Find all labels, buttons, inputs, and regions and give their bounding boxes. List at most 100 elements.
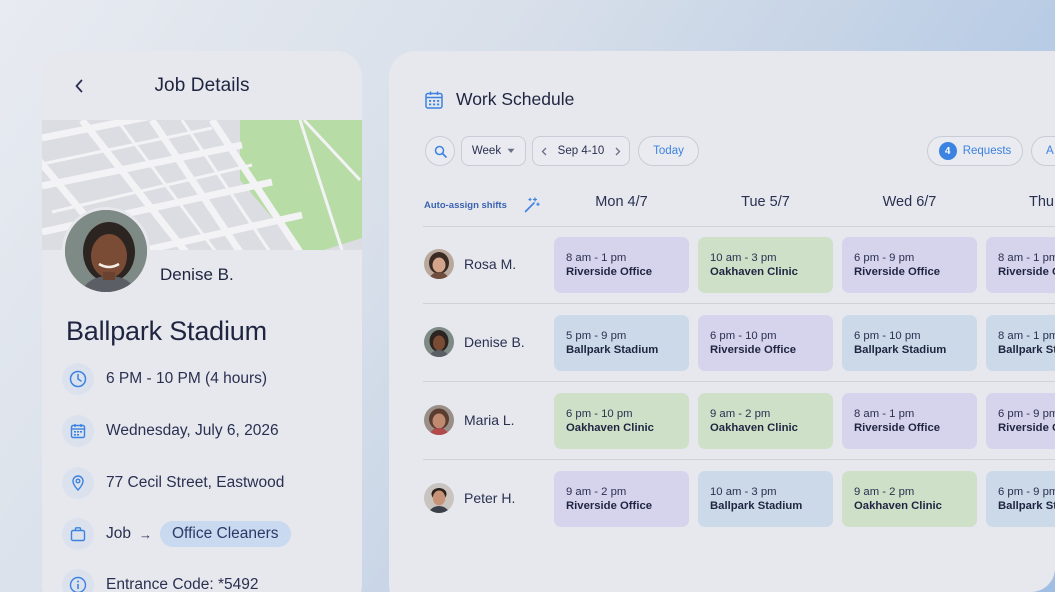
shift-location: Riverside Office [710,344,797,356]
shift-time: 6 pm - 10 pm [710,330,777,342]
shift-location: Ballpark Stadium [566,344,659,356]
search-button[interactable] [425,136,455,166]
day-header-wed: Wed 6/7 [882,194,937,210]
chevron-right-icon[interactable] [615,147,621,156]
shift-time: 8 am - 1 pm [998,330,1055,342]
employee-name: Maria L. [464,412,515,428]
work-schedule-panel: Work Schedule Week Sep 4-10 Today 4 Requ… [389,51,1055,592]
job-details-panel: Job Details Denise B. Ballpark Stadium 6… [42,51,362,592]
auto-assign-label: Auto-assign shifts [424,199,507,211]
shift-location: Oakhaven Clinic [854,500,942,512]
divider [423,381,1055,382]
shift-time: 6 pm - 10 pm [566,408,633,420]
employee-row-peter[interactable]: Peter H. [424,483,515,513]
shift-location: Riverside Office [998,266,1055,278]
shift-time: 6 pm - 10 pm [854,330,921,342]
employee-row-denise[interactable]: Denise B. [424,327,525,357]
person-name: Denise B. [160,265,234,284]
entrance-code-row: Entrance Code: *5492 [62,569,259,592]
shift-block[interactable]: 10 am - 3 pm Oakhaven Clinic [698,237,833,293]
job-label: Job [106,525,131,542]
shift-date: Wednesday, July 6, 2026 [106,422,279,439]
shift-location: Ballpark Stadium [998,344,1055,356]
shift-time: 9 am - 2 pm [710,408,771,420]
shift-location: Riverside Office [566,500,653,512]
avatar [424,327,454,357]
search-icon [434,145,447,158]
shift-time: 10 am - 3 pm [710,252,777,264]
arrow-right-icon: → [139,526,152,542]
day-header-mon: Mon 4/7 [595,194,648,210]
job-row: Job → Office Cleaners [62,518,291,550]
address-row: 77 Cecil Street, Eastwood [62,467,284,499]
shift-block[interactable]: 9 am - 2 pm Oakhaven Clinic [698,393,833,449]
schedule-header: Work Schedule [424,89,574,110]
day-header-thu: Thu [1029,194,1054,210]
shift-location: Oakhaven Clinic [710,422,798,434]
shift-block[interactable]: 6 pm - 10 pm Ballpark Stadium [842,315,977,371]
avatar [424,405,454,435]
employee-name: Rosa M. [464,256,517,272]
day-header-tue: Tue 5/7 [741,194,790,210]
view-select[interactable]: Week [461,136,526,166]
shift-time: 6 PM - 10 PM (4 hours) [106,370,268,387]
schedule-title: Work Schedule [456,89,575,109]
employee-name: Peter H. [464,490,516,506]
shift-block[interactable]: 6 pm - 10 pm Riverside Office [698,315,833,371]
person-portrait [65,210,147,292]
employee-row-rosa[interactable]: Rosa M. [424,249,516,279]
chevron-left-icon [75,79,83,93]
shift-block[interactable]: 10 am - 3 pm Ballpark Stadium [698,471,833,527]
shift-block[interactable]: 6 pm - 9 pm Riverside Office [842,237,977,293]
shift-block[interactable]: 6 pm - 9 pm Ballpark Stadium [986,471,1055,527]
auto-assign-button[interactable]: Auto-assign shifts [424,196,541,214]
avatar [62,207,150,295]
caret-down-icon [507,148,515,153]
avatar [424,249,454,279]
divider [423,226,1055,227]
shift-block[interactable]: 5 pm - 9 pm Ballpark Stadium [554,315,689,371]
employee-name: Denise B. [464,334,525,350]
venue-title: Ballpark Stadium [66,316,267,346]
shift-block[interactable]: 9 am - 2 pm Riverside Office [554,471,689,527]
info-icon [62,569,94,592]
shift-block[interactable]: 9 am - 2 pm Oakhaven Clinic [842,471,977,527]
shift-location: Ballpark Stadium [998,500,1055,512]
today-button[interactable]: Today [638,136,699,166]
shift-time: 8 am - 1 pm [998,252,1055,264]
location-pin-icon [62,467,94,499]
job-details-title: Job Details [154,74,250,96]
back-button[interactable] [68,75,90,97]
overflow-button[interactable]: A [1031,136,1055,166]
avatar [424,483,454,513]
time-row: 6 PM - 10 PM (4 hours) [62,363,267,395]
shift-location: Oakhaven Clinic [710,266,798,278]
requests-count-badge: 4 [938,142,957,160]
shift-location: Oakhaven Clinic [566,422,654,434]
shift-location: Ballpark Stadium [854,344,947,356]
chevron-left-icon[interactable] [541,147,547,156]
shift-block[interactable]: 8 am - 1 pm Riverside Office [986,237,1055,293]
shift-block[interactable]: 8 am - 1 pm Riverside Office [554,237,689,293]
shift-block[interactable]: 8 am - 1 pm Riverside Office [842,393,977,449]
schedule-toolbar: Week Sep 4-10 Today [425,136,699,166]
requests-button[interactable]: 4 Requests [927,136,1023,166]
shift-block[interactable]: 6 pm - 10 pm Oakhaven Clinic [554,393,689,449]
shift-time: 6 pm - 9 pm [998,408,1055,420]
shift-time: 6 pm - 9 pm [998,486,1055,498]
shift-block[interactable]: 8 am - 1 pm Ballpark Stadium [986,315,1055,371]
entrance-code: Entrance Code: *5492 [106,576,259,592]
date-range-picker[interactable]: Sep 4-10 [532,136,630,166]
shift-block[interactable]: 6 pm - 9 pm Riverside Office [986,393,1055,449]
employee-row-maria[interactable]: Maria L. [424,405,515,435]
briefcase-icon [62,518,94,550]
shift-time: 8 am - 1 pm [854,408,915,420]
job-details-header: Job Details [42,51,362,120]
divider [423,303,1055,304]
shift-time: 9 am - 2 pm [854,486,915,498]
shift-address[interactable]: 77 Cecil Street, Eastwood [106,474,284,492]
job-tag[interactable]: Office Cleaners [160,521,291,547]
divider [423,459,1055,460]
view-select-value: Week [471,145,502,157]
shift-location: Riverside Office [854,422,941,434]
